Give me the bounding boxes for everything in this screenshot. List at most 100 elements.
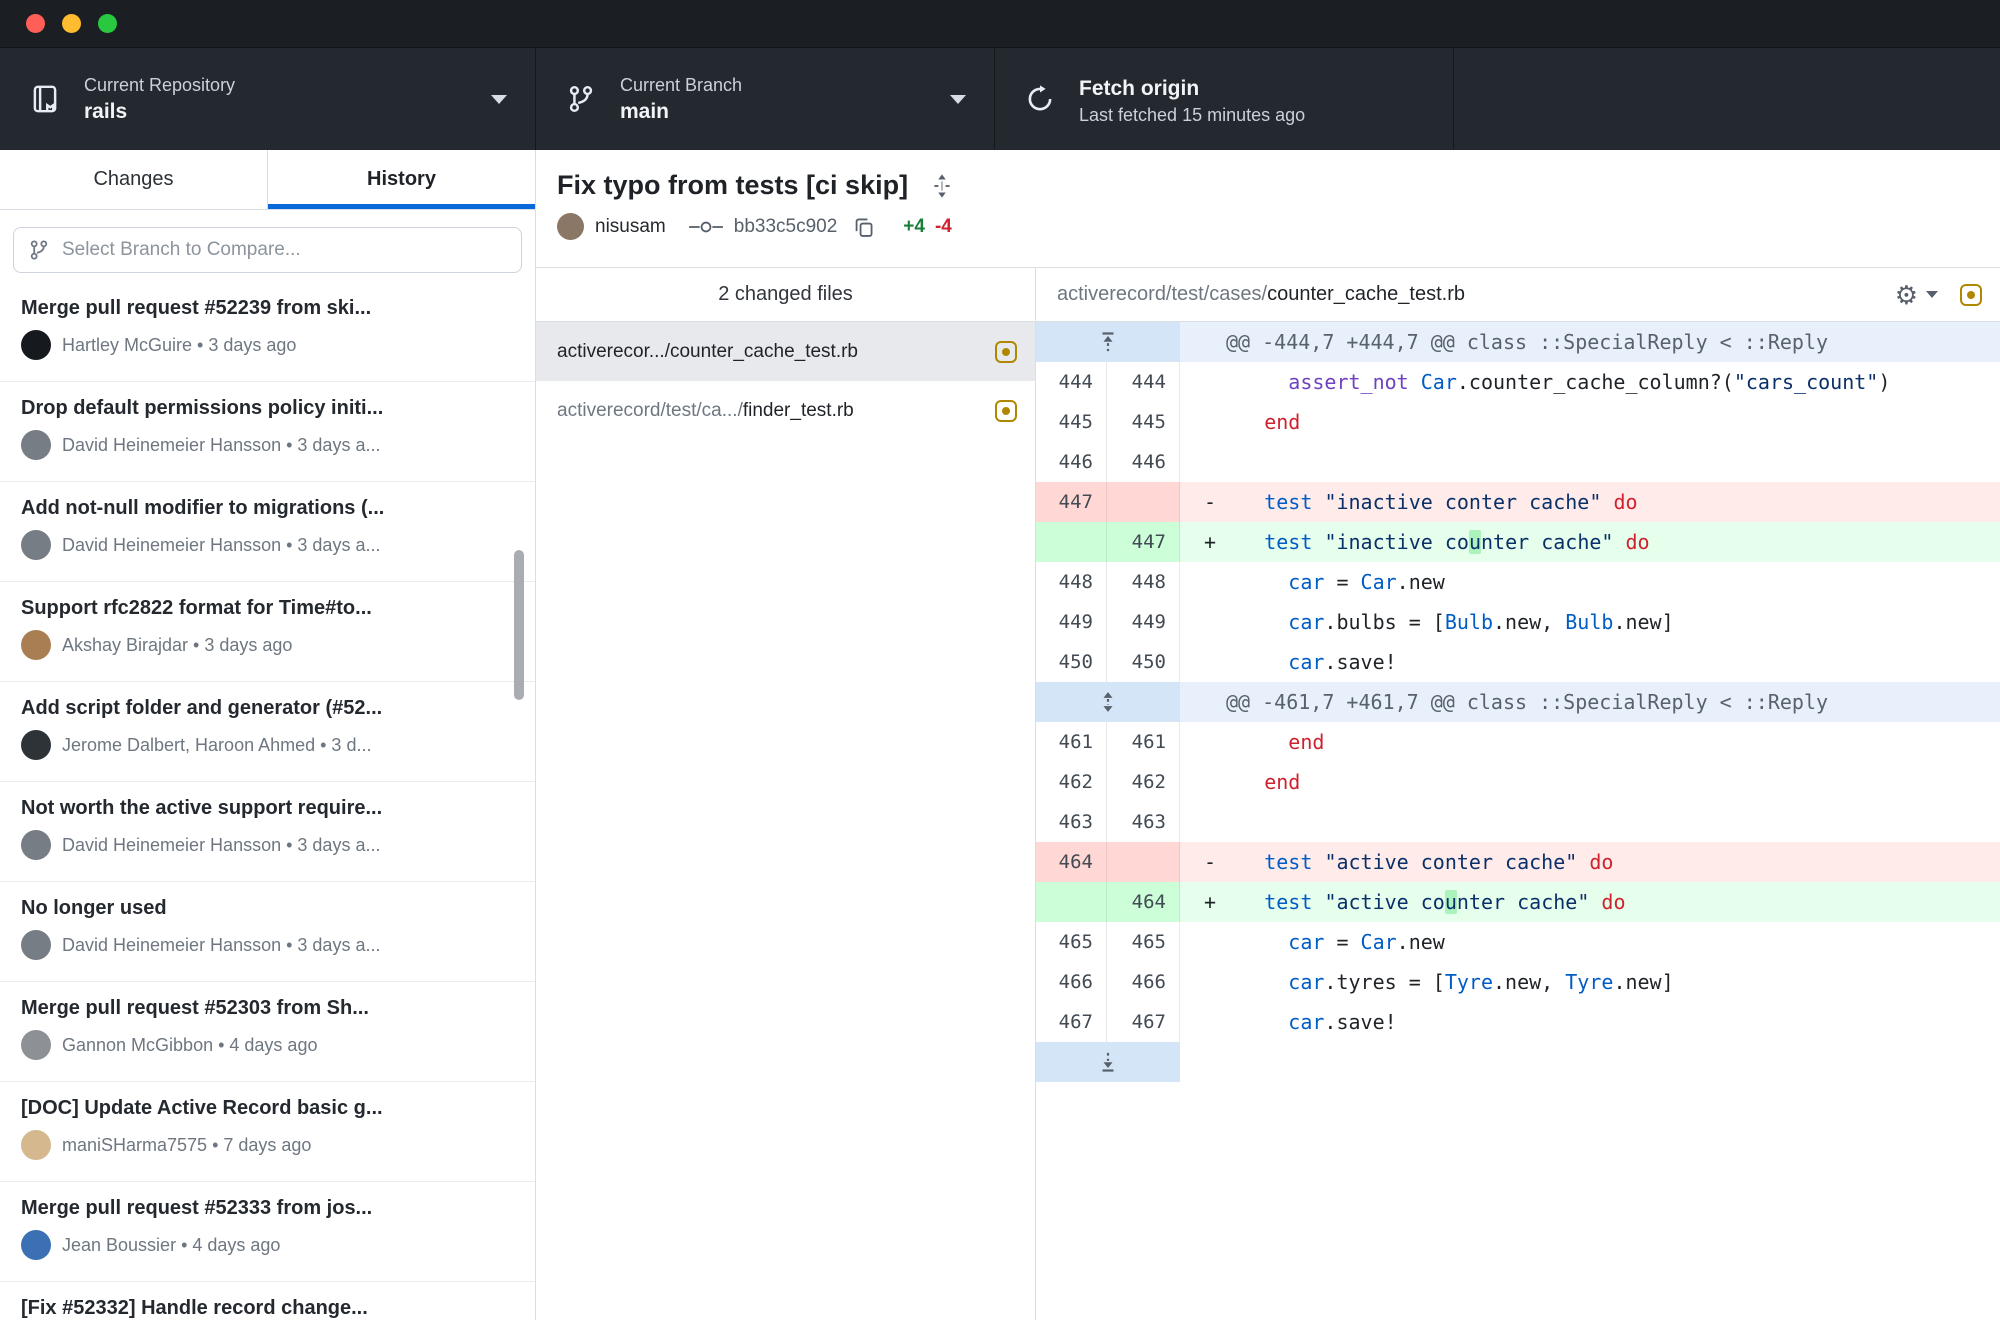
commit-title: [Fix #52332] Handle record change... (21, 1297, 515, 1320)
zoom-window-button[interactable] (98, 14, 117, 33)
tab-changes[interactable]: Changes (0, 150, 268, 209)
close-window-button[interactable] (26, 14, 45, 33)
old-line-number: 465 (1036, 922, 1107, 962)
commit-title: Merge pull request #52333 from jos... (21, 1197, 515, 1220)
file-list: activerecor.../counter_cache_test.rb act… (536, 322, 1035, 440)
commit-list-item[interactable]: Merge pull request #52239 from ski... Ha… (0, 282, 535, 382)
old-line-number: 449 (1036, 602, 1107, 642)
new-line-number: 449 (1107, 602, 1180, 642)
compare-branch-input[interactable] (13, 227, 522, 273)
code-line: assert_not Car.counter_cache_column?("ca… (1180, 362, 2000, 402)
commit-list-item[interactable]: Merge pull request #52333 from jos... Je… (0, 1182, 535, 1282)
old-line-number: 462 (1036, 762, 1107, 802)
code-line: car.bulbs = [Bulb.new, Bulb.new] (1180, 602, 2000, 642)
expand-commit-summary-button[interactable] (932, 172, 952, 200)
diff-row-context: 465465 car = Car.new (1036, 922, 2000, 962)
diff-row-context: 445445 end (1036, 402, 2000, 442)
hunk-header-text: @@ -444,7 +444,7 @@ class ::SpecialReply… (1180, 322, 2000, 362)
toolbar-spacer (1454, 48, 2000, 150)
new-line-number: 462 (1107, 762, 1180, 802)
chevron-down-icon (950, 95, 966, 104)
diff-row-context: 463463 (1036, 802, 2000, 842)
commit-title-heading: Fix typo from tests [ci skip] (557, 170, 908, 201)
scrollbar-thumb[interactable] (514, 550, 524, 700)
commit-title: Not worth the active support require... (21, 797, 515, 820)
new-line-number: 448 (1107, 562, 1180, 602)
commit-meta-text: Jean Boussier • 4 days ago (62, 1235, 280, 1256)
code-line: + test "inactive counter cache" do (1180, 522, 2000, 562)
commit-list-item[interactable]: [Fix #52332] Handle record change... (0, 1282, 535, 1320)
avatar (21, 830, 51, 860)
code-line: car = Car.new (1180, 562, 2000, 602)
commit-list-item[interactable]: Merge pull request #52303 from Sh... Gan… (0, 982, 535, 1082)
old-line-number: 464 (1036, 842, 1107, 882)
commit-author-avatar (557, 213, 584, 240)
current-repository-button[interactable]: Current Repository rails (0, 48, 536, 150)
commit-list-item[interactable]: Drop default permissions policy initi...… (0, 382, 535, 482)
commit-list-item[interactable]: Not worth the active support require... … (0, 782, 535, 882)
new-line-number: 463 (1107, 802, 1180, 842)
diff-row-added: 464+ test "active counter cache" do (1036, 882, 2000, 922)
diff-row-hunk: @@ -461,7 +461,7 @@ class ::SpecialReply… (1036, 682, 2000, 722)
copy-sha-button[interactable] (853, 216, 875, 238)
deletions-count: -4 (935, 216, 952, 238)
commit-title: Add script folder and generator (#52... (21, 697, 515, 720)
compare-branch-field (13, 227, 522, 273)
branch-label: Current Branch (620, 75, 742, 96)
file-list-item[interactable]: activerecord/test/ca.../finder_test.rb (536, 381, 1035, 440)
old-line-number: 450 (1036, 642, 1107, 682)
commit-summary-header: Fix typo from tests [ci skip] nisusam (536, 150, 2000, 268)
commit-list-item[interactable]: Add not-null modifier to migrations (...… (0, 482, 535, 582)
sync-icon (1025, 84, 1055, 114)
avatar (21, 430, 51, 460)
old-line-number: 461 (1036, 722, 1107, 762)
old-line-number (1036, 522, 1107, 562)
commit-list-item[interactable]: No longer used David Heinemeier Hansson … (0, 882, 535, 982)
diff-row-context: 449449 car.bulbs = [Bulb.new, Bulb.new] (1036, 602, 2000, 642)
file-path-prefix: activerecord/test/ca.../ (557, 400, 743, 421)
old-line-number: 448 (1036, 562, 1107, 602)
commit-meta-text: Jerome Dalbert, Haroon Ahmed • 3 d... (62, 735, 371, 756)
fetch-origin-button[interactable]: Fetch origin Last fetched 15 minutes ago (995, 48, 1454, 150)
minimize-window-button[interactable] (62, 14, 81, 33)
modified-file-icon (995, 341, 1017, 363)
file-name: activerecor.../counter_cache_test.rb (557, 341, 858, 362)
diff-file-name: counter_cache_test.rb (1267, 283, 1465, 305)
expand-both-button[interactable] (1036, 682, 1180, 722)
new-line-number: 450 (1107, 642, 1180, 682)
avatar (21, 530, 51, 560)
commit-title: Support rfc2822 format for Time#to... (21, 597, 515, 620)
code-line: car.save! (1180, 642, 2000, 682)
new-line-number: 447 (1107, 522, 1180, 562)
code-line: car.save! (1180, 1002, 2000, 1042)
diff-file-path: activerecord/test/cases/counter_cache_te… (1057, 283, 1465, 306)
new-line-number: 446 (1107, 442, 1180, 482)
old-line-number: 447 (1036, 482, 1107, 522)
old-line-number (1036, 882, 1107, 922)
compare-branch-icon (28, 239, 50, 266)
commit-list-item[interactable]: Add script folder and generator (#52... … (0, 682, 535, 782)
file-list-item[interactable]: activerecor.../counter_cache_test.rb (536, 322, 1035, 381)
expand-up-button[interactable] (1036, 322, 1180, 362)
diff-row-context: 444444 assert_not Car.counter_cache_colu… (1036, 362, 2000, 402)
current-branch-button[interactable]: Current Branch main (536, 48, 995, 150)
commit-meta-text: David Heinemeier Hansson • 3 days a... (62, 535, 380, 556)
commit-sha: bb33c5c902 (734, 216, 838, 238)
commit-list-item[interactable]: Support rfc2822 format for Time#to... Ak… (0, 582, 535, 682)
commit-meta-text: Akshay Birajdar • 3 days ago (62, 635, 292, 656)
hunk-header-text: @@ -461,7 +461,7 @@ class ::SpecialReply… (1180, 682, 2000, 722)
avatar (21, 630, 51, 660)
code-line: - test "active conter cache" do (1180, 842, 2000, 882)
code-line: end (1180, 722, 2000, 762)
diff-row-expand (1036, 1042, 2000, 1082)
diff-options-button[interactable]: ⚙ (1895, 282, 1938, 308)
hunk-header-text (1180, 1042, 2000, 1082)
window-controls (26, 14, 117, 33)
tab-history[interactable]: History (268, 150, 535, 209)
expand-down-button[interactable] (1036, 1042, 1180, 1082)
chevron-down-icon (491, 95, 507, 104)
modified-file-icon (995, 400, 1017, 422)
diff-row-context: 461461 end (1036, 722, 2000, 762)
commit-list-item[interactable]: [DOC] Update Active Record basic g... ma… (0, 1082, 535, 1182)
new-line-number: 466 (1107, 962, 1180, 1002)
